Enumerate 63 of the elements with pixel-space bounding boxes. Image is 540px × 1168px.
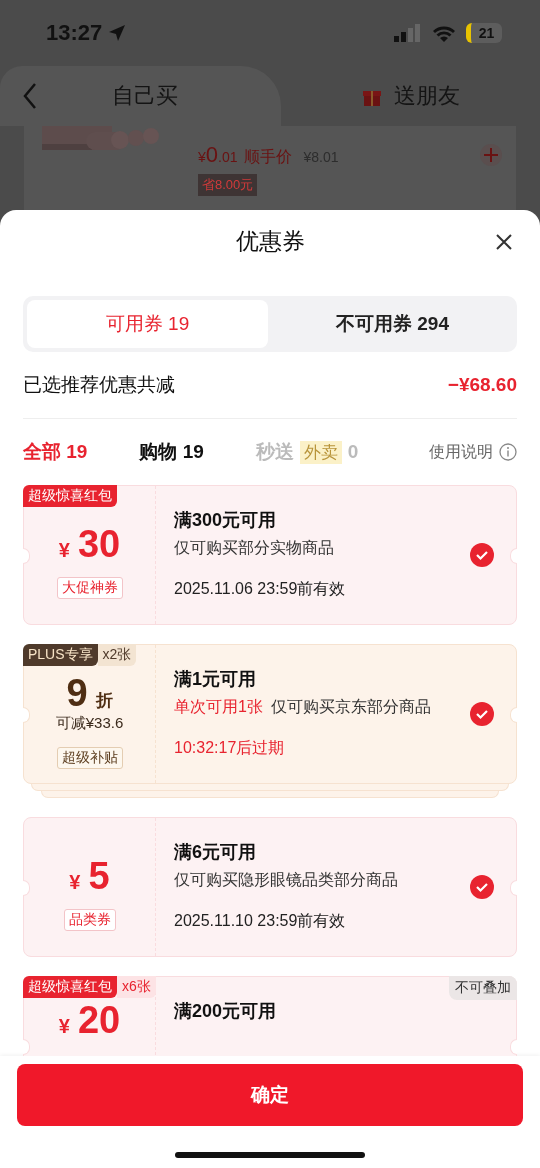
battery-level: 21 xyxy=(466,23,502,43)
location-arrow-icon xyxy=(108,24,127,42)
sheet-title: 优惠券 xyxy=(235,226,305,256)
coupon-card[interactable]: 9 折 可减¥33.6 超级补贴 满1元可用 单次可用1张 仅可购买京东部分商品 10:32:17后过期 PLUS专享 x2张 xyxy=(23,644,517,784)
coupon-scope: 仅可购买隐形眼镜品类部分商品 xyxy=(174,870,398,890)
coupon-condition: 满200元可用 xyxy=(174,1000,278,1023)
check-icon[interactable] xyxy=(470,702,494,726)
coupon-amount: 9 xyxy=(66,673,88,712)
discount-total: −¥68.60 xyxy=(447,374,517,396)
ticket-notch xyxy=(23,1039,30,1055)
clock: 13:27 xyxy=(46,20,127,46)
currency-symbol: ¥ xyxy=(69,871,81,894)
ticket-notch xyxy=(23,548,30,564)
coupon-label: 超级补贴 xyxy=(56,746,123,769)
signal-icon xyxy=(394,24,422,42)
segment-tab[interactable]: 可用券 19 xyxy=(27,300,268,348)
coupon-count: x6张 xyxy=(117,976,156,998)
discount-summary-label: 已选推荐优惠共减 xyxy=(23,373,175,397)
coupon-condition: 满6元可用 xyxy=(174,841,257,864)
coupon-expiry: 10:32:17后过期 xyxy=(174,738,286,758)
currency-symbol: ¥ xyxy=(58,1015,70,1038)
discount-saving: 可减¥33.6 xyxy=(55,713,124,733)
coupon-badge: PLUS专享 xyxy=(23,644,98,666)
back-icon[interactable] xyxy=(22,82,38,110)
discount-unit: 折 xyxy=(95,689,113,712)
coupon-scope: 仅可购买京东部分商品 xyxy=(270,697,431,717)
coupon-amount: 30 xyxy=(77,525,121,563)
coupon-label: 品类券 xyxy=(63,909,116,931)
ticket-notch xyxy=(510,1039,517,1055)
coupon-label: 大促神券 xyxy=(56,577,123,599)
coupon-condition: 满300元可用 xyxy=(174,509,278,532)
coupon-expiry: 2025.11.10 23:59前有效 xyxy=(174,911,347,931)
wifi-icon xyxy=(432,24,456,42)
coupon-badge: 超级惊喜红包 xyxy=(23,976,117,998)
ticket-notch xyxy=(510,880,517,896)
coupon-amount: 20 xyxy=(77,1001,121,1039)
price-label: 顺手价 xyxy=(243,147,292,167)
ticket-notch xyxy=(510,707,517,723)
segment-tab[interactable]: 不可用券 294 xyxy=(272,300,513,348)
confirm-button[interactable]: 确定 xyxy=(17,1064,523,1126)
coupon-scope: 仅可购买部分实物商品 xyxy=(174,538,334,558)
coupon-card[interactable]: ¥ 30 大促神券 满300元可用 仅可购买部分实物商品 2025.11.06 23:59前有效 超级惊喜红包 xyxy=(23,485,517,625)
coupon-card[interactable]: ¥ 5 品类券 满6元可用 仅可购买隐形眼镜品类部分商品 2025.11.10 23:59前有效 xyxy=(23,817,517,957)
check-icon[interactable] xyxy=(470,875,494,899)
coupon-condition: 满1元可用 xyxy=(174,668,257,691)
coupon-count: x2张 xyxy=(97,644,137,666)
coupon-badge: 超级惊喜红包 xyxy=(23,485,117,507)
check-icon[interactable] xyxy=(470,543,494,567)
filter-tab[interactable]: 购物 19 xyxy=(139,439,204,465)
usage-limit: 单次可用1张 xyxy=(174,697,263,717)
saving-tag: 省8.00元 xyxy=(198,174,258,196)
ticket-notch xyxy=(23,880,30,896)
coupon-note: 不可叠加 xyxy=(449,976,517,1000)
ticket-notch xyxy=(23,707,30,723)
coupon-amount: 5 xyxy=(88,857,110,895)
info-icon xyxy=(499,443,517,461)
coupon-card[interactable]: ¥ 20 满200元可用 超级惊喜红包 x6张 不可叠加 xyxy=(23,976,517,1056)
deal-price: ¥0.01 xyxy=(198,142,238,168)
currency-symbol: ¥ xyxy=(58,539,70,562)
ticket-notch xyxy=(510,548,517,564)
filter-tab[interactable]: 全部 19 xyxy=(23,439,88,465)
coupon-expiry: 2025.11.06 23:59前有效 xyxy=(174,579,347,599)
usage-help-link[interactable]: 使用说明 xyxy=(429,441,517,463)
